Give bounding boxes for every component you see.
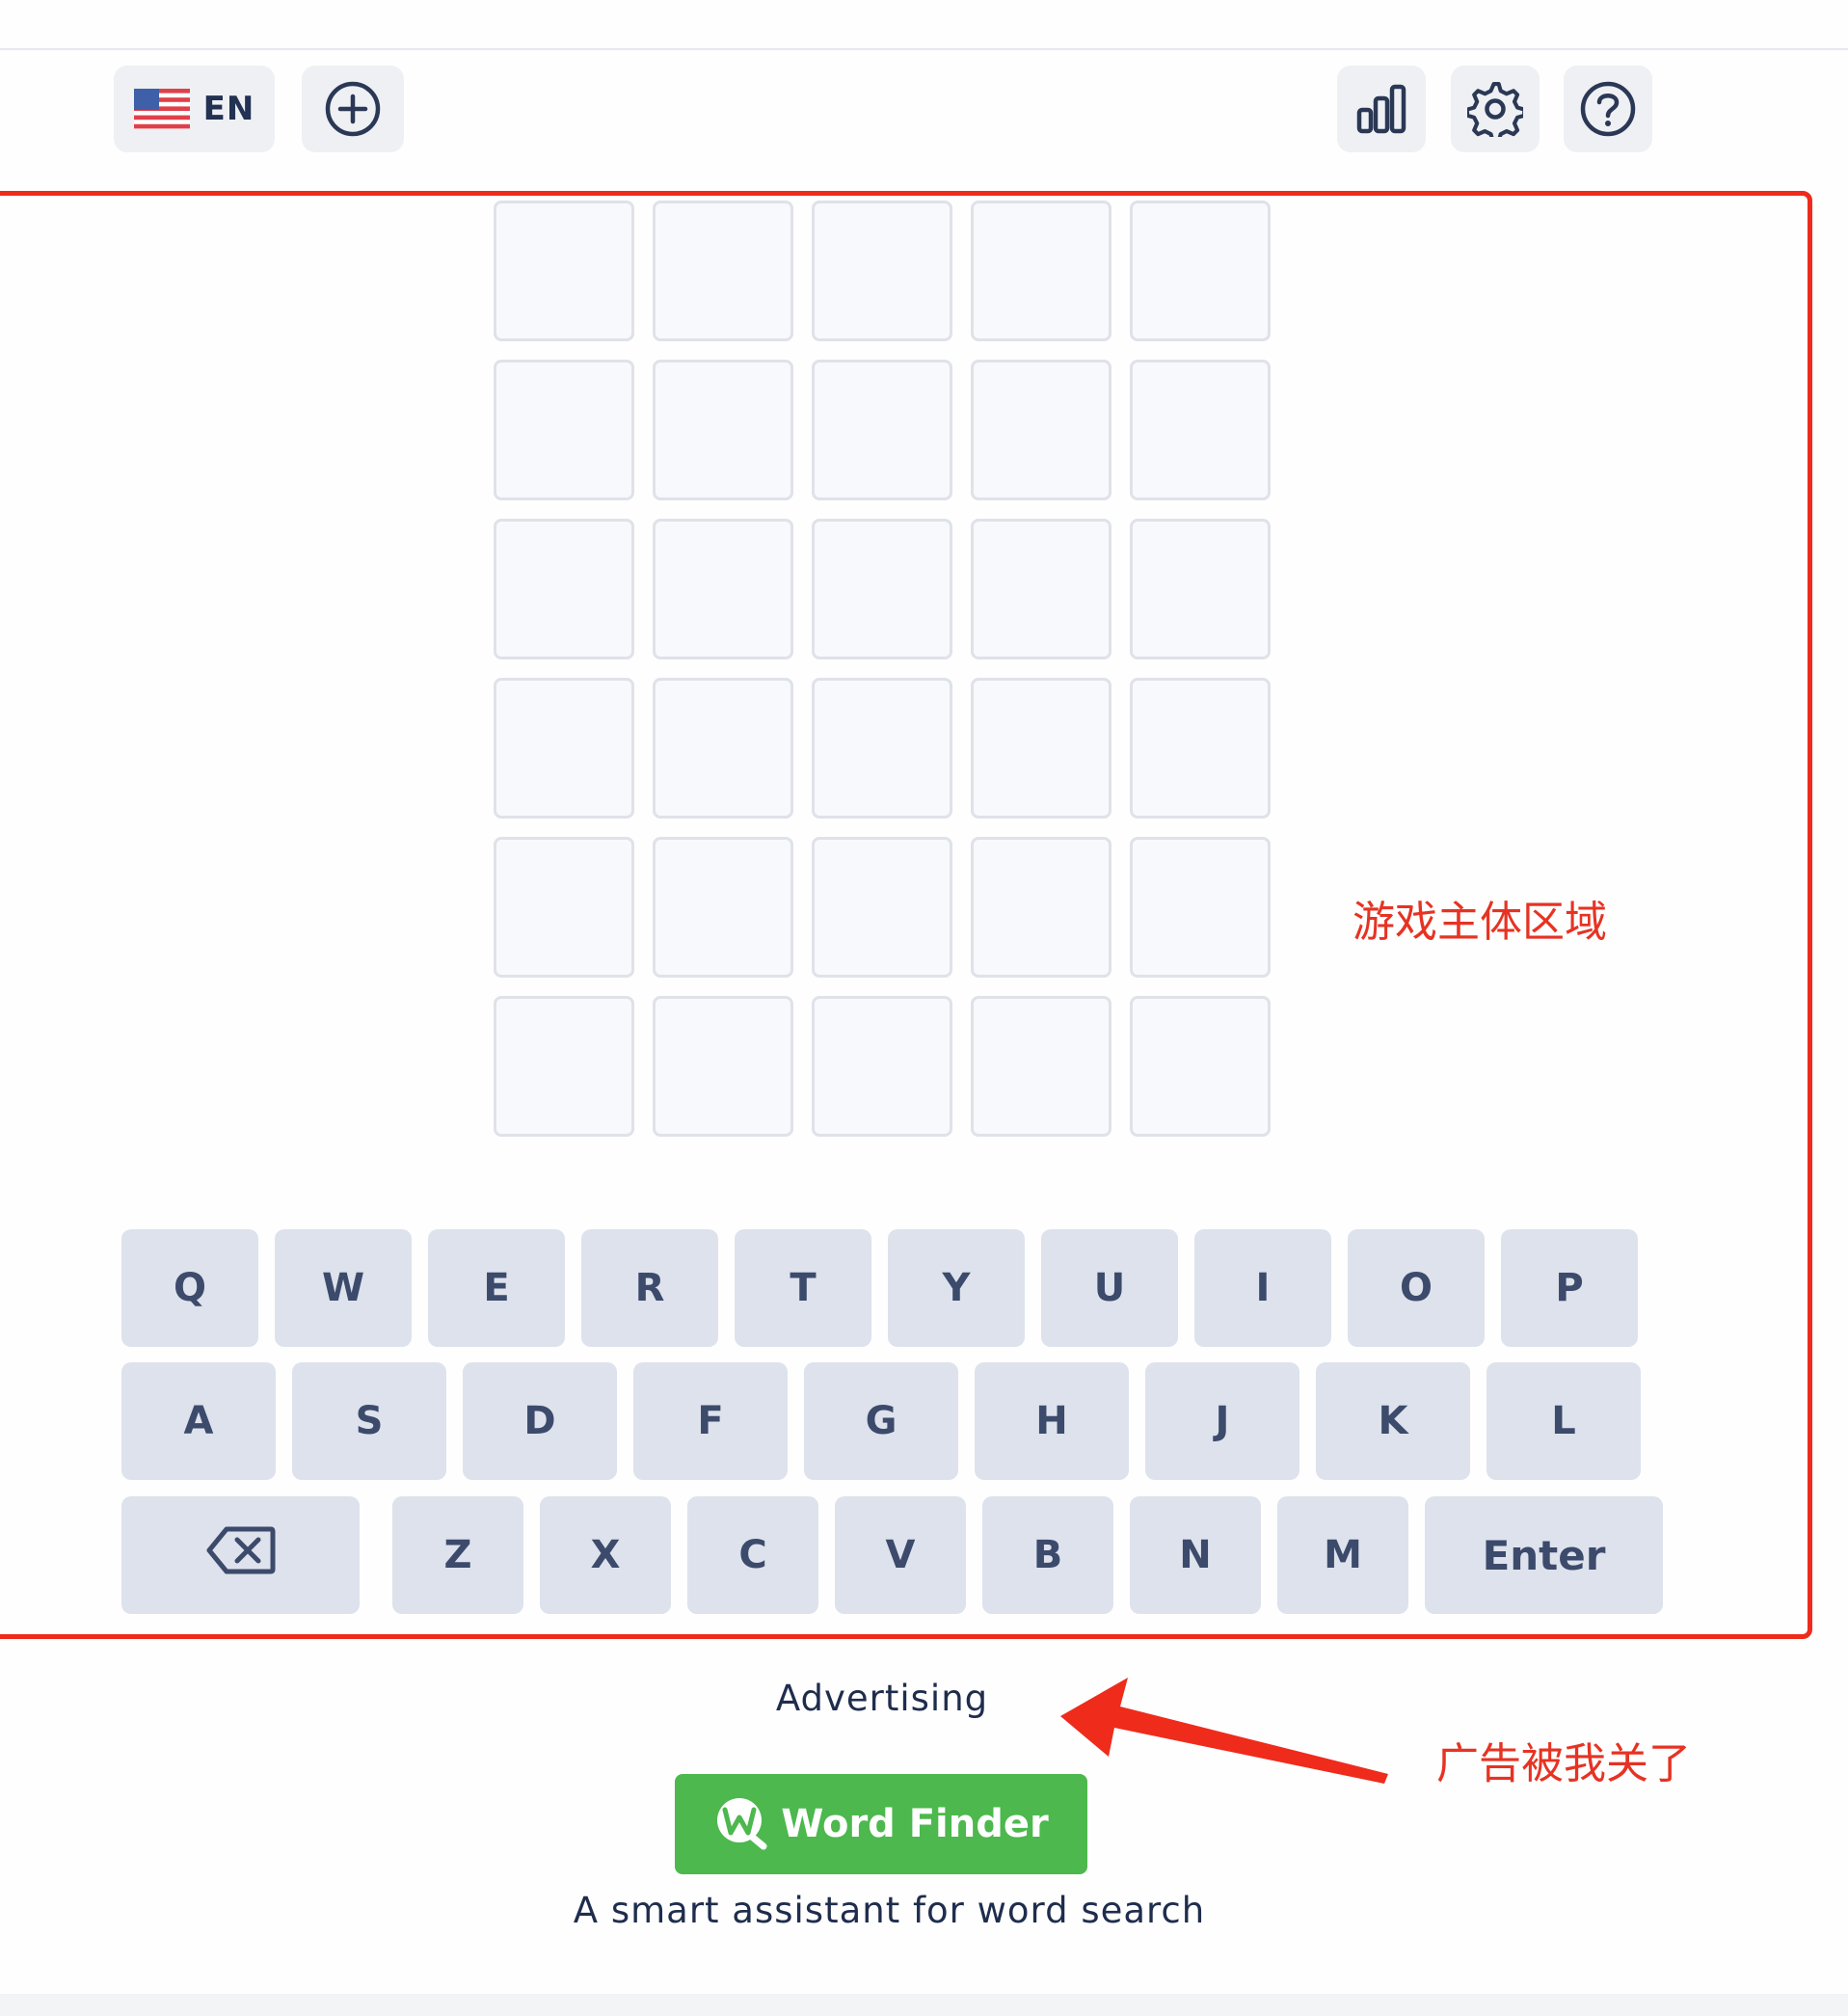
key-h[interactable]: H	[975, 1362, 1129, 1480]
statistics-button[interactable]	[1337, 66, 1426, 152]
key-k[interactable]: K	[1316, 1362, 1470, 1480]
enter-key[interactable]: Enter	[1425, 1496, 1663, 1614]
key-q[interactable]: Q	[121, 1229, 258, 1347]
key-f[interactable]: F	[633, 1362, 788, 1480]
settings-button[interactable]	[1451, 66, 1540, 152]
backspace-icon	[205, 1524, 277, 1586]
ad-closed-annotation: 广告被我关了	[1436, 1739, 1691, 1788]
game-area-annotation: 游戏主体区域	[1353, 898, 1607, 947]
board-tile	[971, 678, 1111, 819]
board-tile	[494, 996, 634, 1137]
key-j[interactable]: J	[1145, 1362, 1299, 1480]
key-s[interactable]: S	[292, 1362, 446, 1480]
key-g[interactable]: G	[804, 1362, 958, 1480]
board-tile	[812, 519, 952, 659]
key-p[interactable]: P	[1501, 1229, 1638, 1347]
add-button[interactable]	[302, 66, 404, 152]
board-tile	[1130, 360, 1271, 500]
word-finder-tagline: A smart assistant for word search	[573, 1890, 1206, 1931]
language-selector-button[interactable]: EN	[114, 66, 275, 152]
key-v[interactable]: V	[835, 1496, 966, 1614]
question-circle-icon	[1579, 80, 1637, 138]
key-t[interactable]: T	[735, 1229, 871, 1347]
board-tile	[1130, 201, 1271, 341]
bottom-strip	[0, 1994, 1848, 2016]
plus-circle-icon	[323, 79, 383, 139]
board-tile	[1130, 519, 1271, 659]
annotation-arrow	[1051, 1678, 1398, 1797]
game-board	[494, 201, 1271, 1137]
keyboard-row-2: ASDFGHJKL	[121, 1362, 1641, 1480]
help-button[interactable]	[1564, 66, 1652, 152]
keyboard-row-3: Z X C V B N M Enter	[121, 1496, 1663, 1614]
board-tile	[653, 360, 793, 500]
board-tile	[971, 519, 1111, 659]
board-tile	[812, 201, 952, 341]
board-tile	[812, 678, 952, 819]
key-n[interactable]: N	[1130, 1496, 1261, 1614]
key-e[interactable]: E	[428, 1229, 565, 1347]
key-a[interactable]: A	[121, 1362, 276, 1480]
word-finder-label: Word Finder	[781, 1802, 1049, 1846]
board-tile	[494, 201, 634, 341]
key-i[interactable]: I	[1194, 1229, 1331, 1347]
board-tile	[494, 519, 634, 659]
board-tile	[812, 996, 952, 1137]
key-b[interactable]: B	[982, 1496, 1113, 1614]
key-r[interactable]: R	[581, 1229, 718, 1347]
word-finder-button[interactable]: Word Finder	[675, 1774, 1087, 1874]
board-tile	[1130, 678, 1271, 819]
advertising-label: Advertising	[775, 1678, 989, 1719]
key-l[interactable]: L	[1486, 1362, 1641, 1480]
us-flag-icon	[133, 89, 190, 129]
key-d[interactable]: D	[463, 1362, 617, 1480]
top-divider	[0, 48, 1848, 50]
key-x[interactable]: X	[540, 1496, 671, 1614]
bar-chart-icon	[1353, 81, 1409, 137]
board-tile	[971, 996, 1111, 1137]
key-o[interactable]: O	[1348, 1229, 1485, 1347]
board-tile	[812, 837, 952, 978]
board-tile	[1130, 837, 1271, 978]
board-tile	[971, 360, 1111, 500]
key-u[interactable]: U	[1041, 1229, 1178, 1347]
board-tile	[971, 201, 1111, 341]
board-tile	[812, 360, 952, 500]
word-finder-logo-icon	[713, 1794, 769, 1854]
board-tile	[653, 678, 793, 819]
board-tile	[494, 837, 634, 978]
key-w[interactable]: W	[275, 1229, 412, 1347]
key-m[interactable]: M	[1277, 1496, 1408, 1614]
board-tile	[494, 360, 634, 500]
board-tile	[971, 837, 1111, 978]
board-tile	[1130, 996, 1271, 1137]
board-tile	[653, 519, 793, 659]
key-y[interactable]: Y	[888, 1229, 1025, 1347]
board-tile	[653, 201, 793, 341]
board-tile	[494, 678, 634, 819]
key-c[interactable]: C	[687, 1496, 818, 1614]
gear-icon	[1467, 81, 1523, 137]
board-tile	[653, 837, 793, 978]
key-z[interactable]: Z	[392, 1496, 523, 1614]
backspace-key[interactable]	[121, 1496, 360, 1614]
keyboard-row-1: QWERTYUIOP	[121, 1229, 1638, 1347]
language-code: EN	[202, 90, 255, 128]
board-tile	[653, 996, 793, 1137]
